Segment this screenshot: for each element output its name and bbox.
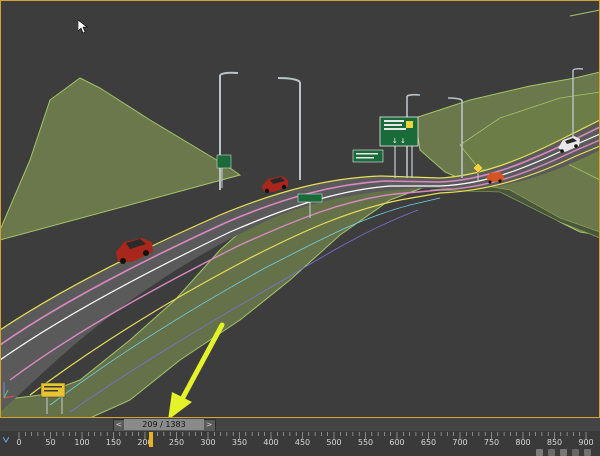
next-frame-icon[interactable]: > (205, 420, 213, 430)
ruler-tick-label: 750 (483, 438, 500, 447)
ruler-tick-label: 350 (231, 438, 248, 447)
terrain-edge-stray (569, 9, 600, 17)
ruler-tick-label: 100 (74, 438, 90, 447)
axis-gizmo-icon (3, 382, 15, 399)
mouse-cursor-icon (78, 20, 88, 34)
ruler-tick-label: 500 (326, 438, 342, 447)
ruler-tick-label: 600 (389, 438, 405, 447)
app-window: ↓ ↓ < 209 / 1383 > 0 50 100 150 200 250 … (0, 0, 600, 456)
overhead-sign: ↓ ↓ (379, 116, 419, 178)
ruler-tick-label: 700 (452, 438, 468, 447)
ruler-tick-label: 150 (105, 438, 122, 447)
status-icons (536, 449, 600, 456)
overhead-sign-arrows: ↓ ↓ (392, 137, 406, 145)
playhead-icon[interactable] (148, 432, 153, 447)
ruler-tick-label: 650 (420, 438, 437, 447)
lock-icon[interactable] (548, 449, 555, 456)
ruler-tick-label: 50 (45, 438, 56, 447)
ruler-tick-label: 250 (168, 438, 185, 447)
car-red-middle (262, 176, 288, 194)
street-lamp-2 (277, 77, 301, 180)
ruler-tick-label: 300 (200, 438, 216, 447)
guide-sign-small-1 (352, 149, 384, 163)
3d-viewport[interactable]: ↓ ↓ (0, 0, 600, 418)
ruler-tick-label: 800 (515, 438, 531, 447)
time-slider-thumb[interactable]: 209 / 1383 (124, 419, 204, 430)
ruler-tick-label: 400 (263, 438, 279, 447)
terrain-left-hill (0, 77, 242, 241)
ruler-tick-label: 550 (357, 438, 374, 447)
key-icon[interactable] (536, 449, 543, 456)
scene-render: ↓ ↓ (0, 9, 600, 418)
ruler-tick-label: 850 (546, 438, 563, 447)
snap-icon[interactable] (572, 449, 579, 456)
settings-icon[interactable] (584, 449, 591, 456)
ruler-tick-label: 450 (294, 438, 311, 447)
prev-frame-icon[interactable]: < (115, 420, 123, 430)
ruler-tick-label: 0 (16, 438, 22, 447)
filter-icon[interactable] (560, 449, 567, 456)
ruler-tick-label: 900 (578, 438, 594, 447)
key-filter-icon[interactable] (3, 437, 9, 443)
